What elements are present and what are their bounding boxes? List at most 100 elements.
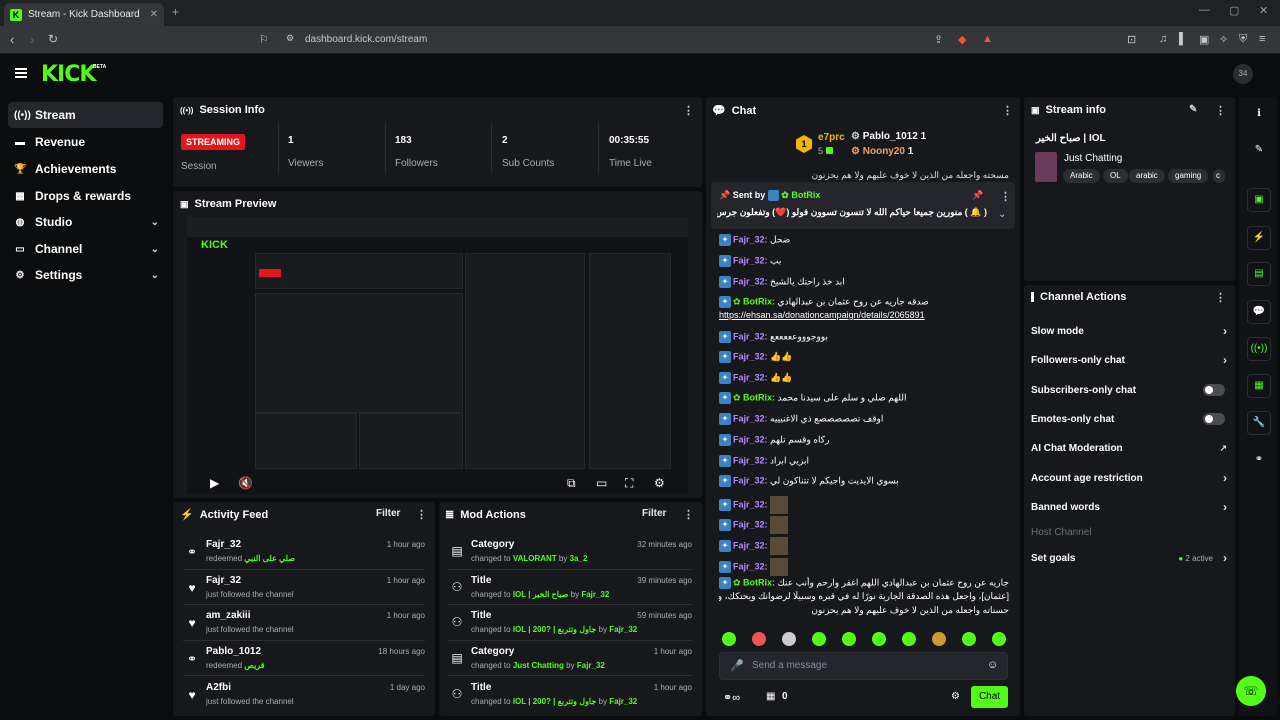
send-chat-button[interactable]: Chat: [971, 686, 1008, 708]
url-input[interactable]: dashboard.kick.com/stream: [305, 34, 427, 45]
emote-icon[interactable]: [752, 632, 766, 646]
emote-icon[interactable]: [722, 632, 736, 646]
followers-only-row[interactable]: Followers-only chat ›: [1031, 350, 1227, 370]
chat-settings-icon[interactable]: ⚙: [951, 691, 960, 702]
unpin-icon[interactable]: 📌: [972, 190, 983, 201]
mic-icon[interactable]: 🎤: [730, 659, 744, 672]
screenshot-icon[interactable]: ⊡: [1127, 33, 1136, 46]
chat-username[interactable]: Fajr_32: [733, 413, 765, 423]
activity-user[interactable]: Pablo_1012: [206, 646, 261, 657]
expand-icon[interactable]: ⌄: [998, 209, 1006, 220]
chat-username[interactable]: Fajr_32: [733, 234, 765, 244]
chat-username[interactable]: Fajr_32: [733, 455, 765, 465]
pip-icon[interactable]: ⧉: [567, 476, 576, 491]
chat-username[interactable]: Fajr_32: [733, 499, 765, 509]
more-options-icon[interactable]: ⋮: [1000, 190, 1011, 203]
emoji-icon[interactable]: ☺: [987, 659, 998, 671]
activity-user[interactable]: A2fbi: [206, 682, 231, 693]
close-tab-icon[interactable]: ✕: [150, 9, 158, 20]
kick-logo[interactable]: KICK: [41, 62, 96, 87]
lightning-icon[interactable]: ⚡: [1247, 226, 1271, 250]
site-info-icon[interactable]: ⚙: [286, 33, 294, 44]
emote-icon[interactable]: [932, 632, 946, 646]
tag[interactable]: Arabic: [1063, 169, 1100, 183]
leo-icon[interactable]: ✧: [1219, 33, 1228, 46]
mod-filter-button[interactable]: Filter: [642, 508, 666, 519]
chat-image[interactable]: [770, 537, 789, 555]
stream-category[interactable]: Just Chatting: [1064, 153, 1122, 164]
emote-icon[interactable]: [902, 632, 916, 646]
browser-tab[interactable]: K Stream - Kick Dashboard ✕: [4, 3, 164, 26]
more-options-icon[interactable]: ⋮: [683, 508, 694, 521]
maximize-icon[interactable]: ▢: [1229, 4, 1239, 17]
play-icon[interactable]: ▶: [210, 476, 219, 490]
emote-icon[interactable]: [872, 632, 886, 646]
theater-icon[interactable]: ▭: [596, 476, 607, 490]
stream-preview-video[interactable]: KICK: [187, 217, 688, 494]
chat-username[interactable]: Fajr_32: [733, 519, 765, 529]
emote-icon[interactable]: [962, 632, 976, 646]
activity-user[interactable]: am_zakiii: [206, 610, 250, 621]
mute-icon[interactable]: 🔇: [238, 476, 253, 490]
bookmark-icon[interactable]: ⚐: [259, 33, 269, 46]
sidebar-item-studio[interactable]: ◍ Studio ⌄: [8, 209, 163, 235]
emote-icon[interactable]: [992, 632, 1006, 646]
subscribers-only-toggle[interactable]: [1203, 384, 1225, 396]
chat-username[interactable]: Fajr_32: [733, 540, 765, 550]
tag[interactable]: OL: [1103, 169, 1128, 183]
rewards-icon[interactable]: ▲: [982, 33, 993, 45]
chat-username[interactable]: Fajr_32: [733, 561, 765, 571]
close-window-icon[interactable]: ✕: [1259, 4, 1268, 17]
chat-username[interactable]: Fajr_32: [733, 351, 765, 361]
chat-icon[interactable]: 💬: [1247, 300, 1271, 324]
fullscreen-icon[interactable]: ⛶: [625, 476, 633, 491]
menu-icon[interactable]: ≡: [1259, 33, 1265, 45]
top-gifter-3[interactable]: ⚙ Noony20 1: [851, 146, 913, 157]
wrench-icon[interactable]: 🔧: [1247, 411, 1271, 435]
gift-box-icon[interactable]: ▦: [1247, 374, 1271, 398]
tag[interactable]: c: [1213, 169, 1225, 183]
sidebar-icon[interactable]: ▌: [1179, 33, 1187, 45]
tag[interactable]: gaming: [1168, 169, 1209, 183]
chat-username[interactable]: Fajr_32: [733, 331, 765, 341]
gift-box-icon[interactable]: ▦: [766, 691, 775, 702]
activity-filter-button[interactable]: Filter: [376, 508, 400, 519]
sidebar-item-settings[interactable]: ⚙ Settings ⌄: [8, 262, 163, 288]
chat-text[interactable]: https://ehsan.sa/donationcampaign/detail…: [719, 310, 925, 320]
sidebar-item-drops[interactable]: ▦ Drops & rewards: [8, 183, 163, 209]
chat-username[interactable]: BotRix: [743, 577, 772, 587]
pencil-icon[interactable]: ✎: [1247, 139, 1271, 163]
more-options-icon[interactable]: ⋮: [1002, 104, 1013, 117]
chat-username[interactable]: Fajr_32: [733, 372, 765, 382]
activity-user[interactable]: Fajr_32: [206, 575, 241, 586]
chat-image[interactable]: [770, 496, 789, 514]
forward-icon[interactable]: ›: [30, 32, 34, 47]
more-options-icon[interactable]: ⋮: [1215, 291, 1226, 304]
banned-words-row[interactable]: Banned words ›: [1031, 497, 1227, 517]
document-icon[interactable]: ▤: [1247, 262, 1271, 286]
user-avatar[interactable]: 34: [1233, 64, 1253, 84]
chat-username[interactable]: BotRix: [743, 392, 772, 402]
share-icon[interactable]: ⇪: [934, 33, 943, 46]
emote-icon[interactable]: [812, 632, 826, 646]
sidebar-item-channel[interactable]: ▭ Channel ⌄: [8, 236, 163, 262]
more-options-icon[interactable]: ⋮: [416, 508, 427, 521]
chat-image[interactable]: [770, 516, 789, 534]
sidebar-item-stream[interactable]: ((•)) Stream: [8, 102, 163, 128]
more-options-icon[interactable]: ⋮: [683, 104, 694, 117]
hamburger-menu-icon[interactable]: [15, 68, 27, 78]
chat-username[interactable]: Fajr_32: [733, 276, 765, 286]
points-icon[interactable]: ⚭∞: [723, 691, 740, 704]
sidebar-item-revenue[interactable]: ▬ Revenue: [8, 129, 163, 155]
back-icon[interactable]: ‹: [10, 32, 14, 47]
minimize-icon[interactable]: —: [1199, 4, 1210, 16]
chat-image[interactable]: [770, 558, 789, 576]
top-gifter-1[interactable]: e7prc: [818, 132, 845, 143]
info-icon[interactable]: ℹ: [1247, 103, 1271, 127]
sidebar-item-achievements[interactable]: 🏆 Achievements: [8, 156, 163, 182]
slow-mode-row[interactable]: Slow mode ›: [1031, 321, 1227, 341]
brave-shield-icon[interactable]: ◆: [958, 33, 966, 46]
chat-input[interactable]: Send a message: [752, 660, 827, 671]
reload-icon[interactable]: ↻: [48, 32, 58, 46]
emote-icon[interactable]: [782, 632, 796, 646]
